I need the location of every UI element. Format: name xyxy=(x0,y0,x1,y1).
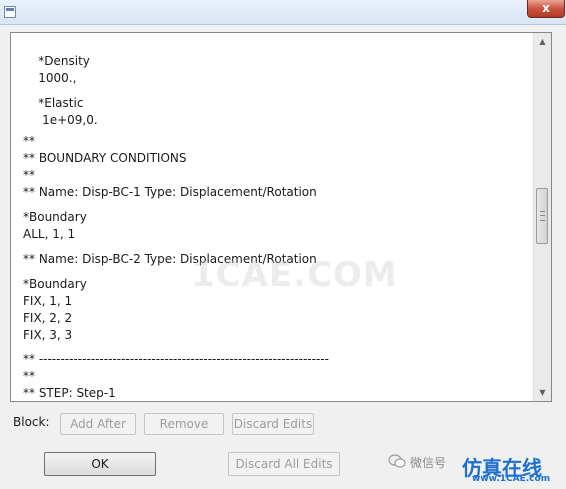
editor-line: ** -------------------------------------… xyxy=(23,352,329,366)
watermark-wechat-label: 微信号 xyxy=(410,456,447,470)
scroll-down-arrow-icon[interactable]: ▼ xyxy=(534,384,551,401)
editor-line: *Elastic xyxy=(23,96,84,110)
watermark-url: www.1CAE.com xyxy=(472,474,551,484)
editor-line: *Boundary xyxy=(23,277,87,291)
grip-icon xyxy=(540,211,545,221)
vertical-scrollbar[interactable]: ▲ ▼ xyxy=(533,33,551,401)
editor-line: 1e+09,0. xyxy=(23,113,98,127)
editor-line: ** xyxy=(23,134,35,148)
wechat-icon xyxy=(388,454,406,468)
editor-line: ALL, 1, 1 xyxy=(23,227,76,241)
discard-all-edits-button[interactable]: Discard All Edits xyxy=(228,452,340,476)
discard-edits-button[interactable]: Discard Edits xyxy=(232,413,314,435)
block-label: Block: xyxy=(13,415,50,429)
watermark-text: 1CAE.COM xyxy=(191,255,398,295)
editor-line: *Boundary xyxy=(23,210,87,224)
keywords-editor[interactable]: *Density 1000., *Elastic 1e+09,0. ** ** BO… xyxy=(10,32,552,402)
ok-button[interactable]: OK xyxy=(44,452,156,476)
editor-line: 1000., xyxy=(23,71,77,85)
editor-line: ** STEP: Step-1 xyxy=(23,386,116,400)
editor-line: ** BOUNDARY CONDITIONS xyxy=(23,151,187,165)
remove-button[interactable]: Remove xyxy=(144,413,224,435)
editor-line: ** xyxy=(23,369,35,383)
watermark-logo: 微信号 仿真在线 www.1CAE.com xyxy=(388,452,560,484)
close-button[interactable]: x xyxy=(527,0,565,18)
editor-line: FIX, 3, 3 xyxy=(23,328,73,342)
editor-line: FIX, 1, 1 xyxy=(23,294,73,308)
window-icon xyxy=(4,6,16,18)
scrollbar-thumb[interactable] xyxy=(536,188,548,244)
editor-line: ** xyxy=(23,168,35,182)
editor-line: FIX, 2, 2 xyxy=(23,311,73,325)
editor-line: *Density xyxy=(23,54,90,68)
add-after-button[interactable]: Add After xyxy=(60,413,136,435)
scroll-up-arrow-icon[interactable]: ▲ xyxy=(534,33,551,50)
editor-line: ** Name: Disp-BC-1 Type: Displacement/Ro… xyxy=(23,185,317,199)
